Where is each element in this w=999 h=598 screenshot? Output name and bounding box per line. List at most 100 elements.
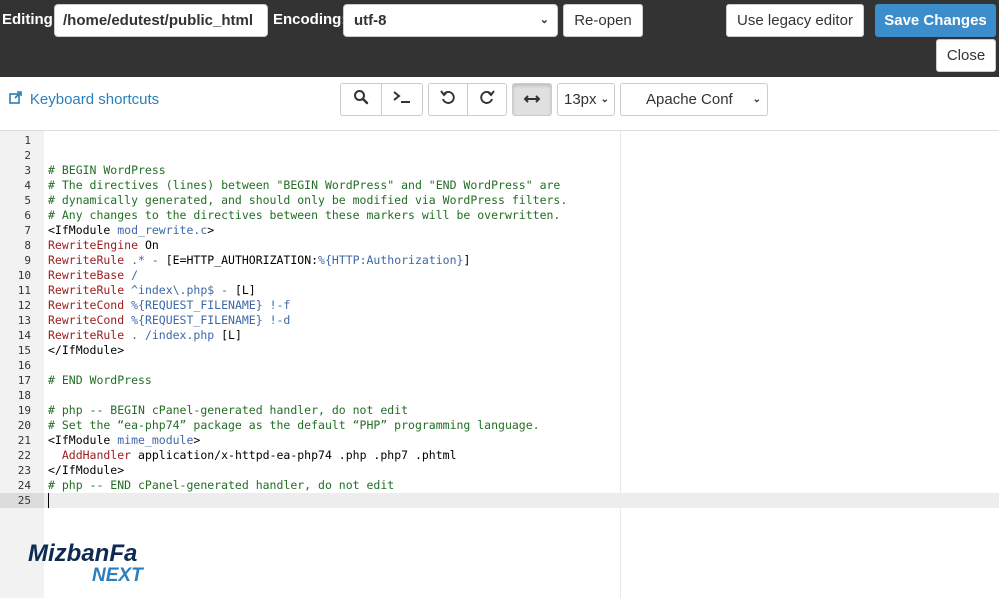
code-token: # BEGIN WordPress: [48, 163, 166, 177]
external-link-icon: [9, 91, 26, 107]
code-line[interactable]: 23 </IfModule>: [0, 463, 999, 478]
code-line[interactable]: 11 RewriteRule ^index\.php$ - [L]: [0, 283, 999, 298]
close-button[interactable]: Close: [936, 39, 996, 72]
code-text: # Set the “ea-php74” package as the defa…: [48, 418, 540, 433]
code-lines[interactable]: 1 2 3 # BEGIN WordPress 4 # The directives (l…: [0, 133, 999, 508]
code-token: # Any changes to the directives between …: [48, 208, 561, 222]
code-line[interactable]: 5 # dynamically generated, and should onl…: [0, 193, 999, 208]
keyboard-shortcuts-link[interactable]: Keyboard shortcuts: [9, 91, 159, 108]
line-number: 2: [24, 149, 31, 162]
code-text: # dynamically generated, and should only…: [48, 193, 567, 208]
undo-button[interactable]: [428, 83, 468, 116]
code-line[interactable]: 9 RewriteRule .* - [E=HTTP_AUTHORIZATION:…: [0, 253, 999, 268]
code-editor[interactable]: 1 2 3 # BEGIN WordPress 4 # The directives (l…: [0, 130, 999, 598]
code-line[interactable]: 10 RewriteBase /: [0, 268, 999, 283]
code-token: application/x-httpd-ea-php74 .php .php7 …: [131, 448, 457, 462]
code-text: RewriteRule .* - [E=HTTP_AUTHORIZATION:%…: [48, 253, 470, 268]
line-number: 20: [17, 419, 31, 432]
encoding-select[interactable]: utf-8 ⌄: [343, 4, 558, 37]
chevron-down-icon: ⌄: [539, 14, 549, 26]
syntax-mode-select[interactable]: Apache Conf ⌄: [620, 83, 768, 116]
line-number: 18: [17, 389, 31, 402]
code-text: <IfModule mod_rewrite.c>: [48, 223, 214, 238]
line-number: 6: [24, 209, 31, 222]
code-token: >: [207, 223, 215, 237]
wrap-icon: [523, 91, 541, 109]
svg-text:NEXT: NEXT: [92, 565, 144, 586]
code-line[interactable]: 20 # Set the “ea-php74” package as the de…: [0, 418, 999, 433]
code-line[interactable]: 13 RewriteCond %{REQUEST_FILENAME} !-d: [0, 313, 999, 328]
code-line[interactable]: 17 # END WordPress: [0, 373, 999, 388]
code-token: . /index.php: [124, 328, 222, 342]
code-line[interactable]: 1: [0, 133, 999, 148]
code-token: ]: [463, 253, 471, 267]
code-text: RewriteRule . /index.php [L]: [48, 328, 242, 343]
code-line[interactable]: 7 <IfModule mod_rewrite.c>: [0, 223, 999, 238]
editor-header: Editing: /home/edutest/public_html Encod…: [0, 0, 999, 77]
save-changes-button[interactable]: Save Changes: [875, 4, 996, 37]
code-token: # php -- END cPanel-generated handler, d…: [48, 478, 395, 492]
line-number: 17: [17, 374, 31, 387]
code-token: ^index\.php$ -: [124, 283, 235, 297]
code-token: RewriteRule: [48, 253, 125, 267]
code-text: </IfModule>: [48, 463, 124, 478]
font-size-select[interactable]: 13px ⌄: [557, 83, 615, 116]
code-text: RewriteRule ^index\.php$ - [L]: [48, 283, 256, 298]
word-wrap-toggle[interactable]: [512, 83, 552, 116]
redo-icon: [479, 89, 495, 110]
syntax-mode-value: Apache Conf: [646, 91, 733, 108]
line-number: 8: [24, 239, 31, 252]
svg-text:MizbanFa: MizbanFa: [28, 540, 137, 567]
line-number: 5: [24, 194, 31, 207]
code-line[interactable]: 16: [0, 358, 999, 373]
command-line-button[interactable]: [381, 83, 423, 116]
line-number: 13: [17, 314, 31, 327]
code-token: %{REQUEST_FILENAME} !-f: [124, 298, 291, 312]
code-line[interactable]: 18: [0, 388, 999, 403]
code-text: # Any changes to the directives between …: [48, 208, 560, 223]
code-line[interactable]: 21 <IfModule mime_module>: [0, 433, 999, 448]
legacy-editor-button[interactable]: Use legacy editor: [726, 4, 864, 37]
code-line[interactable]: 3 # BEGIN WordPress: [0, 163, 999, 178]
code-line[interactable]: 2: [0, 148, 999, 163]
file-path-field[interactable]: /home/edutest/public_html: [54, 4, 268, 37]
line-number: 21: [17, 434, 31, 447]
chevron-down-icon: ⌄: [752, 94, 761, 105]
code-line[interactable]: 22 AddHandler application/x-httpd-ea-php…: [0, 448, 999, 463]
code-line[interactable]: 25: [0, 493, 999, 508]
code-line[interactable]: 8 RewriteEngine On: [0, 238, 999, 253]
code-token: AddHandler: [48, 448, 132, 462]
terminal-icon: [392, 90, 412, 109]
code-line[interactable]: 12 RewriteCond %{REQUEST_FILENAME} !-f: [0, 298, 999, 313]
code-token: # The directives (lines) between "BEGIN …: [48, 178, 561, 192]
code-line[interactable]: 6 # Any changes to the directives between…: [0, 208, 999, 223]
code-text: # The directives (lines) between "BEGIN …: [48, 178, 560, 193]
line-number: 9: [24, 254, 31, 267]
code-token: On: [138, 238, 159, 252]
line-number: 4: [24, 179, 31, 192]
code-token: <IfModule: [48, 223, 118, 237]
code-line[interactable]: 19 # php -- BEGIN cPanel-generated handle…: [0, 403, 999, 418]
code-token: /: [124, 268, 139, 282]
code-token: RewriteEngine: [48, 238, 139, 252]
code-token: mime_module: [117, 433, 194, 447]
mizbanfa-logo: MizbanFa NEXT: [26, 537, 166, 587]
search-button[interactable]: [340, 83, 382, 116]
code-token: # Set the “ea-php74” package as the defa…: [48, 418, 540, 432]
code-token: RewriteCond: [48, 313, 125, 327]
code-text: RewriteCond %{REQUEST_FILENAME} !-f: [48, 298, 290, 313]
code-line[interactable]: 15 </IfModule>: [0, 343, 999, 358]
code-text: </IfModule>: [48, 343, 124, 358]
code-token: >: [193, 433, 201, 447]
code-token: [L]: [234, 283, 256, 297]
code-token: %{HTTP:Authorization}: [318, 253, 464, 267]
reopen-button[interactable]: Re-open: [563, 4, 643, 37]
code-text: <IfModule mime_module>: [48, 433, 200, 448]
code-line[interactable]: 24 # php -- END cPanel-generated handler,…: [0, 478, 999, 493]
code-token: RewriteRule: [48, 328, 125, 342]
redo-button[interactable]: [467, 83, 507, 116]
code-line[interactable]: 4 # The directives (lines) between "BEGIN…: [0, 178, 999, 193]
code-token: </IfModule>: [48, 463, 125, 477]
keyboard-shortcuts-label: Keyboard shortcuts: [29, 91, 160, 108]
code-line[interactable]: 14 RewriteRule . /index.php [L]: [0, 328, 999, 343]
